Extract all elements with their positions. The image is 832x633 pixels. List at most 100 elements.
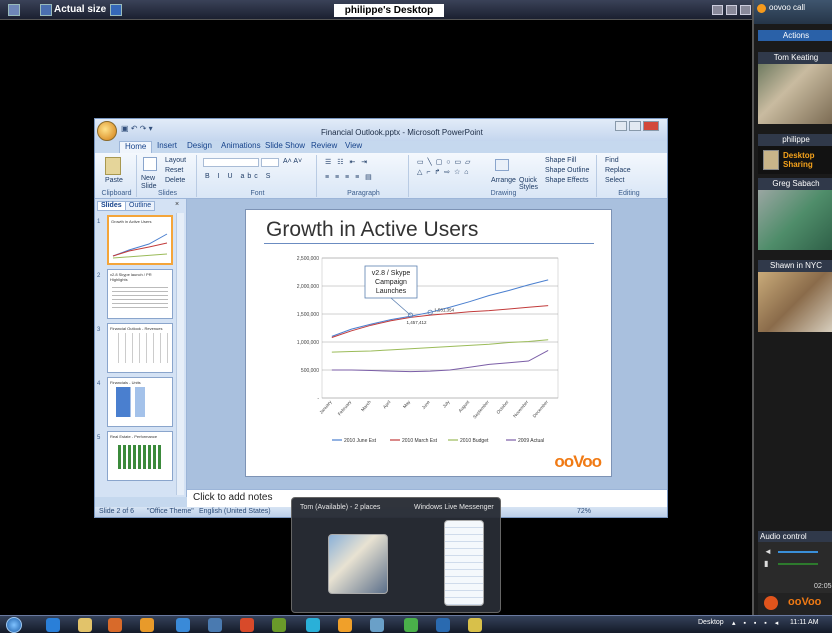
reset-button[interactable]: Reset: [165, 167, 183, 174]
office-button[interactable]: [97, 121, 117, 141]
desktop-title: philippe's Desktop: [334, 4, 444, 17]
slide[interactable]: Growth in Active Users 2,500,000 2,000,00…: [245, 209, 612, 477]
mic-volume-slider[interactable]: [778, 563, 818, 565]
contact-photo[interactable]: [328, 534, 388, 594]
actions-button[interactable]: Actions: [758, 30, 832, 41]
shapes-gallery[interactable]: ▭ ╲ ▢ ○ ▭ ▱: [417, 158, 471, 166]
window-title: Financial Outlook.pptx - Microsoft Power…: [321, 128, 483, 137]
select-button[interactable]: Select: [605, 177, 624, 184]
grow-shrink-font-icon[interactable]: A˄ A˅: [283, 158, 302, 165]
slide-thumbnail[interactable]: Financial Outlook - Revenues: [107, 323, 173, 373]
align-buttons[interactable]: ≡ ≡ ≡ ≡ ▤: [325, 173, 374, 181]
slide-thumbnail[interactable]: Financials - Units: [107, 377, 173, 427]
messenger-window-preview[interactable]: [444, 520, 484, 606]
actual-size-label[interactable]: Actual size: [54, 4, 106, 15]
list-buttons[interactable]: ☰ ☷ ⇤ ⇥: [325, 158, 369, 166]
slide-thumbnail[interactable]: Growth in Active Users: [107, 215, 173, 265]
paste-button[interactable]: Paste: [105, 177, 123, 184]
thumbnail-title: Financial Outlook - Revenues: [110, 326, 163, 331]
slide-number: 1: [97, 219, 101, 225]
excel-icon[interactable]: [272, 618, 286, 632]
media-player-icon[interactable]: [108, 618, 122, 632]
slides-pane-scrollbar[interactable]: [176, 213, 184, 495]
thumbnail-chart: [116, 387, 164, 417]
language[interactable]: English (United States): [199, 508, 271, 515]
call-panel: oovoo call Actions Tom Keating philippe …: [752, 0, 832, 633]
maximize-button[interactable]: [629, 121, 641, 131]
find-button[interactable]: Find: [605, 157, 619, 164]
font-size-box[interactable]: [261, 158, 279, 167]
speaker-volume-slider[interactable]: [778, 551, 818, 553]
minimize-button[interactable]: [712, 5, 723, 15]
layout-button[interactable]: Layout: [165, 157, 186, 164]
firefox-icon[interactable]: [176, 618, 190, 632]
tab-insert[interactable]: Insert: [157, 141, 177, 150]
tab-view[interactable]: View: [345, 141, 362, 150]
close-button[interactable]: [740, 5, 751, 15]
growth-chart[interactable]: 2,500,000 2,000,000 1,500,000 1,000,000 500,…: [286, 250, 568, 458]
participant-tile[interactable]: Tom Keating: [758, 52, 832, 124]
powerpoint-icon[interactable]: [240, 618, 254, 632]
participant-tile[interactable]: Shawn in NYC: [758, 260, 832, 332]
powerpoint-window: ▣ ↶ ↷ ▾ Financial Outlook.pptx - Microso…: [94, 118, 668, 518]
app-icon[interactable]: [436, 618, 450, 632]
menu-icon[interactable]: [8, 4, 20, 16]
explorer-icon[interactable]: [78, 618, 92, 632]
arrange-icon[interactable]: [495, 159, 509, 171]
tab-slides[interactable]: Slides: [97, 201, 126, 211]
thumbnail-text-block: [112, 284, 168, 310]
slide-canvas: Growth in Active Users 2,500,000 2,000,00…: [187, 199, 667, 489]
ie-icon[interactable]: [46, 618, 60, 632]
tab-animations[interactable]: Animations: [221, 141, 261, 150]
start-button[interactable]: [6, 617, 22, 633]
restore-button[interactable]: [726, 5, 737, 15]
quick-styles-button[interactable]: Quick Styles: [519, 177, 541, 191]
paste-icon[interactable]: [105, 157, 121, 175]
drawing-group: ▭ ╲ ▢ ○ ▭ ▱ △ ⌐ ↱ ⇨ ☆ ⌂ Arrange Quick St…: [411, 155, 597, 197]
participant-tile[interactable]: Greg Sabach: [758, 178, 832, 250]
font-name-box[interactable]: [203, 158, 259, 167]
dropdown-icon[interactable]: [110, 4, 122, 16]
close-button[interactable]: [643, 121, 659, 131]
editing-group: Find Replace Select Editing: [599, 155, 659, 197]
legend-label: 2010 Budget: [460, 438, 489, 444]
app-icon[interactable]: [468, 618, 482, 632]
messenger-icon[interactable]: [306, 618, 320, 632]
zoom-level[interactable]: 72%: [577, 508, 591, 515]
arrange-button[interactable]: Arrange: [491, 177, 516, 184]
preview-title-right[interactable]: Windows Live Messenger: [414, 504, 494, 511]
slide-title[interactable]: Growth in Active Users: [266, 218, 478, 242]
participant-tile[interactable]: philippe Desktop Sharing: [758, 134, 832, 174]
slide-thumbnail[interactable]: v2.8 Skype launch / PR Highlights: [107, 269, 173, 319]
word-icon[interactable]: [208, 618, 222, 632]
shape-fill-button[interactable]: Shape Fill: [545, 157, 576, 164]
tab-outline[interactable]: Outline: [125, 201, 156, 211]
minimize-button[interactable]: [615, 121, 627, 131]
shapes-gallery-row2[interactable]: △ ⌐ ↱ ⇨ ☆ ⌂: [417, 168, 469, 176]
app-icon[interactable]: [370, 618, 384, 632]
replace-button[interactable]: Replace: [605, 167, 631, 174]
tab-design[interactable]: Design: [187, 141, 212, 150]
tab-slide-show[interactable]: Slide Show: [265, 141, 305, 150]
actual-size-icon[interactable]: [40, 4, 52, 16]
pane-tabs: Slides Outline ×: [97, 201, 183, 211]
delete-button[interactable]: Delete: [165, 177, 185, 184]
oovoo-icon[interactable]: [338, 618, 352, 632]
new-slide-icon[interactable]: [143, 157, 157, 171]
close-pane-icon[interactable]: ×: [175, 201, 179, 208]
tray-icons[interactable]: ▴ ▪ ▪ ▪ ◂: [732, 619, 781, 627]
preview-title-left[interactable]: Tom (Available) - 2 places: [300, 504, 380, 511]
hangup-icon[interactable]: [764, 596, 778, 610]
app-icon[interactable]: [404, 618, 418, 632]
shape-effects-button[interactable]: Shape Effects: [545, 177, 588, 184]
callout-text: Campaign: [375, 279, 407, 286]
tab-review[interactable]: Review: [311, 141, 337, 150]
shape-outline-button[interactable]: Shape Outline: [545, 167, 589, 174]
desktop-label[interactable]: Desktop: [698, 619, 724, 626]
quick-access-toolbar[interactable]: ▣ ↶ ↷ ▾: [121, 124, 153, 133]
tab-home[interactable]: Home: [119, 141, 153, 153]
outlook-icon[interactable]: [140, 618, 154, 632]
new-slide-button[interactable]: New Slide: [141, 175, 163, 191]
slide-thumbnail[interactable]: Real Estate - Performance: [107, 431, 173, 481]
font-format-buttons[interactable]: B I U abc S: [205, 173, 273, 180]
